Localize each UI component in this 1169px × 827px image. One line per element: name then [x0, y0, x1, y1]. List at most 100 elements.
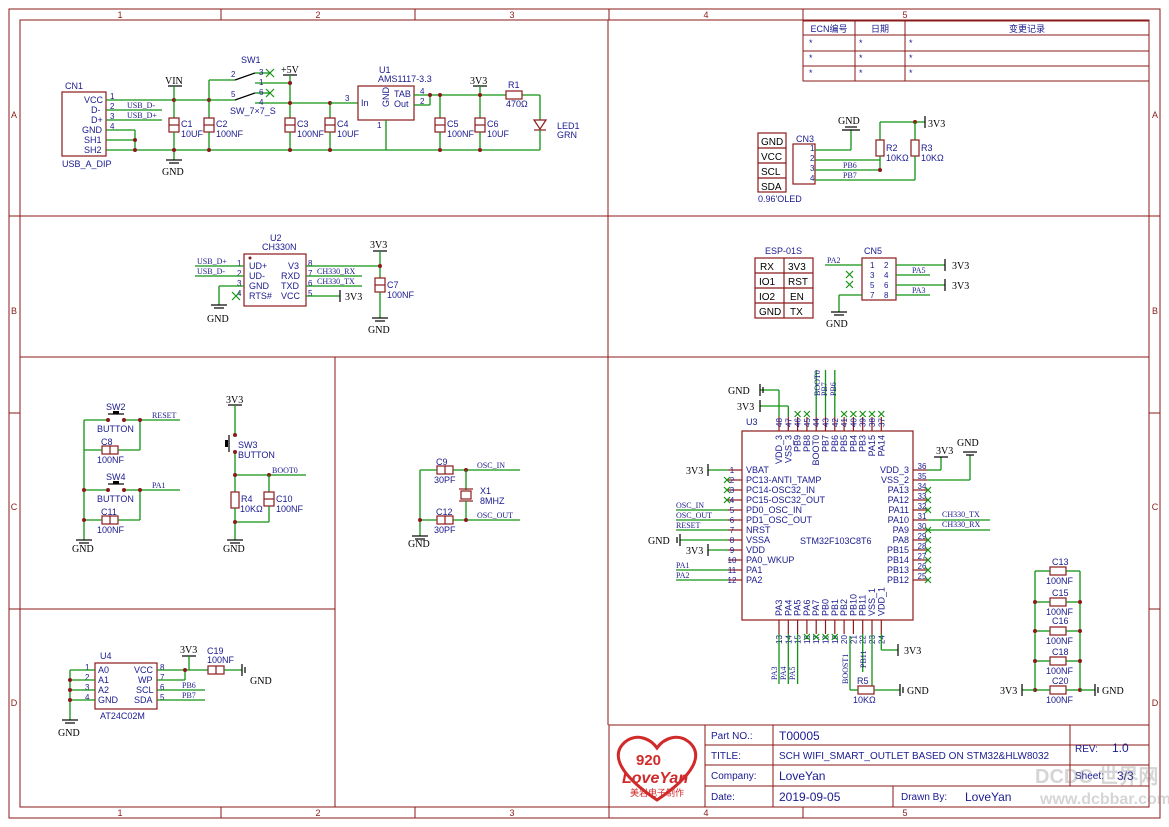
pin-label: VCC: [134, 665, 154, 675]
stm32-mcu: U3 STM32F103C8T6 VBAT 1 PC13-ANTI_TAMP 2 PC1…: [648, 370, 990, 705]
pin-label: A2: [98, 685, 109, 695]
oscillator-section: C9 30PF OSC_IN X1 8MHZ C12 30PF OSC_OUT …: [408, 457, 520, 550]
ecn-table: ECN编号 日期 变更记录 * * * * * * * * *: [802, 20, 1150, 82]
net-label: PA1: [152, 481, 166, 490]
c10-val: 100NF: [276, 504, 304, 514]
esp-cell: EN: [790, 292, 804, 303]
gnd-label: GND: [408, 539, 430, 550]
pin-label: VCC: [281, 291, 301, 301]
col-label-bottom: 2: [315, 808, 320, 818]
date-label: Date:: [711, 792, 735, 803]
c13-val: 100NF: [1046, 576, 1074, 586]
pin-num: 5: [160, 693, 165, 702]
net-label: BOOT0: [272, 466, 298, 475]
mcu-pin-num: 28: [918, 542, 927, 551]
logo-number: 920: [636, 752, 661, 769]
c18-ref: C18: [1052, 647, 1069, 657]
r3-val: 10KΩ: [921, 153, 944, 163]
mcu-pin-num: 47: [784, 418, 793, 427]
ecn-header: 变更记录: [1009, 23, 1045, 34]
pin-num: 2: [810, 154, 815, 163]
pin-num: 3: [345, 94, 350, 103]
net-label: PA5: [912, 266, 926, 275]
mcu-pin-label: PD1_OSC_OUT: [746, 515, 813, 525]
c7-ref: C7: [387, 280, 399, 290]
sw4-name: BUTTON: [97, 494, 134, 504]
gnd-label: GND: [58, 728, 80, 739]
net-label: PB6: [843, 161, 857, 170]
led1-val: GRN: [557, 130, 577, 140]
net-label: RESET: [152, 411, 177, 420]
mcu-pin-num: 46: [794, 418, 803, 427]
mcu-pin-label: PB15: [887, 545, 909, 555]
pin-num: 4: [810, 174, 815, 183]
esp01s-connector: ESP-01S RX 3V3 IO1 RST IO2 EN GND TX CN5…: [754, 246, 969, 330]
mcu-pin-num: 36: [918, 462, 927, 471]
c1-val: 10UF: [181, 129, 204, 139]
row-label-right: D: [1152, 698, 1159, 708]
esp-cell: RST: [788, 277, 808, 288]
pin-label: UD+: [249, 261, 267, 271]
3v3-label: 3V3: [470, 76, 487, 87]
drawn-label: Drawn By:: [901, 792, 947, 803]
gnd-label: GND: [728, 386, 750, 397]
net-label: OSC_OUT: [477, 511, 513, 520]
c4-val: 10UF: [337, 129, 360, 139]
r1-val: 470Ω: [506, 99, 528, 109]
mcu-pin-num: 30: [918, 522, 927, 531]
net-label: PB7: [843, 171, 857, 180]
mcu-pin-label: PC14-OSC32_IN: [746, 485, 815, 495]
oled-label: VCC: [761, 152, 782, 163]
gnd-label: GND: [838, 116, 860, 127]
pin-label: SH2: [84, 145, 102, 155]
net-label: PB11: [859, 651, 868, 669]
5v-label: +5V: [281, 65, 300, 76]
c10-ref: C10: [276, 494, 293, 504]
ecn-cell: *: [859, 53, 863, 63]
3v3-label: 3V3: [180, 645, 197, 656]
c20-ref: C20: [1052, 676, 1069, 686]
c9-val: 30PF: [434, 475, 456, 485]
mcu-pin-num: 32: [918, 502, 927, 511]
3v3-label: 3V3: [737, 402, 754, 413]
mcu-pin-num: 5: [730, 506, 735, 515]
mcu-nc-mark: [877, 410, 885, 418]
mcu-pin-label: PB14: [887, 555, 909, 565]
pin-label: V3: [288, 261, 299, 271]
net-label: USB_D+: [127, 111, 157, 120]
net-label: PB7: [820, 382, 829, 396]
mcu-pin-num: 39: [859, 418, 868, 427]
pin-num: 4: [259, 98, 264, 107]
c6-val: 10UF: [487, 129, 510, 139]
pin-label: D-: [91, 105, 101, 115]
mcu-pin-label: PA14: [876, 435, 886, 456]
mcu-pin-num: 48: [775, 418, 784, 427]
pin-label: VCC: [84, 95, 104, 105]
r2-ref: R2: [886, 143, 898, 153]
c3-ref: C3: [297, 119, 309, 129]
pin-num: 3: [870, 271, 875, 280]
pin-label: TXD: [281, 281, 300, 291]
ecn-header: ECN编号: [810, 23, 847, 34]
3v3-label: 3V3: [686, 546, 703, 557]
pin-num: 6: [884, 281, 889, 290]
3v3-label: 3V3: [226, 395, 243, 406]
mcu-pin-num: 43: [822, 418, 831, 427]
date-value: 2019-09-05: [779, 790, 841, 804]
decoupling-caps: C13 100NF C15 100NF C16 100NF C18 100NF …: [1000, 557, 1124, 705]
rev-value: 1.0: [1112, 741, 1129, 755]
power-input-section: VIN C1 10UF GND C2 100NF SW1 SW_7×7_S 2 …: [162, 55, 580, 178]
c1-ref: C1: [181, 119, 193, 129]
ecn-cell: *: [909, 38, 913, 48]
pin-num: 6: [259, 88, 264, 97]
mcu-pin-num: 42: [831, 418, 840, 427]
mcu-pin-label: VDD: [746, 545, 766, 555]
row-label-left: C: [11, 502, 18, 512]
pin-num: 3: [259, 68, 264, 77]
3v3-label: 3V3: [928, 119, 945, 130]
pin-num: 5: [870, 281, 875, 290]
col-label-bottom: 5: [902, 808, 907, 818]
c12-val: 30PF: [434, 525, 456, 535]
u4-ref: U4: [100, 651, 112, 661]
net-label: CH330_RX: [317, 267, 355, 276]
